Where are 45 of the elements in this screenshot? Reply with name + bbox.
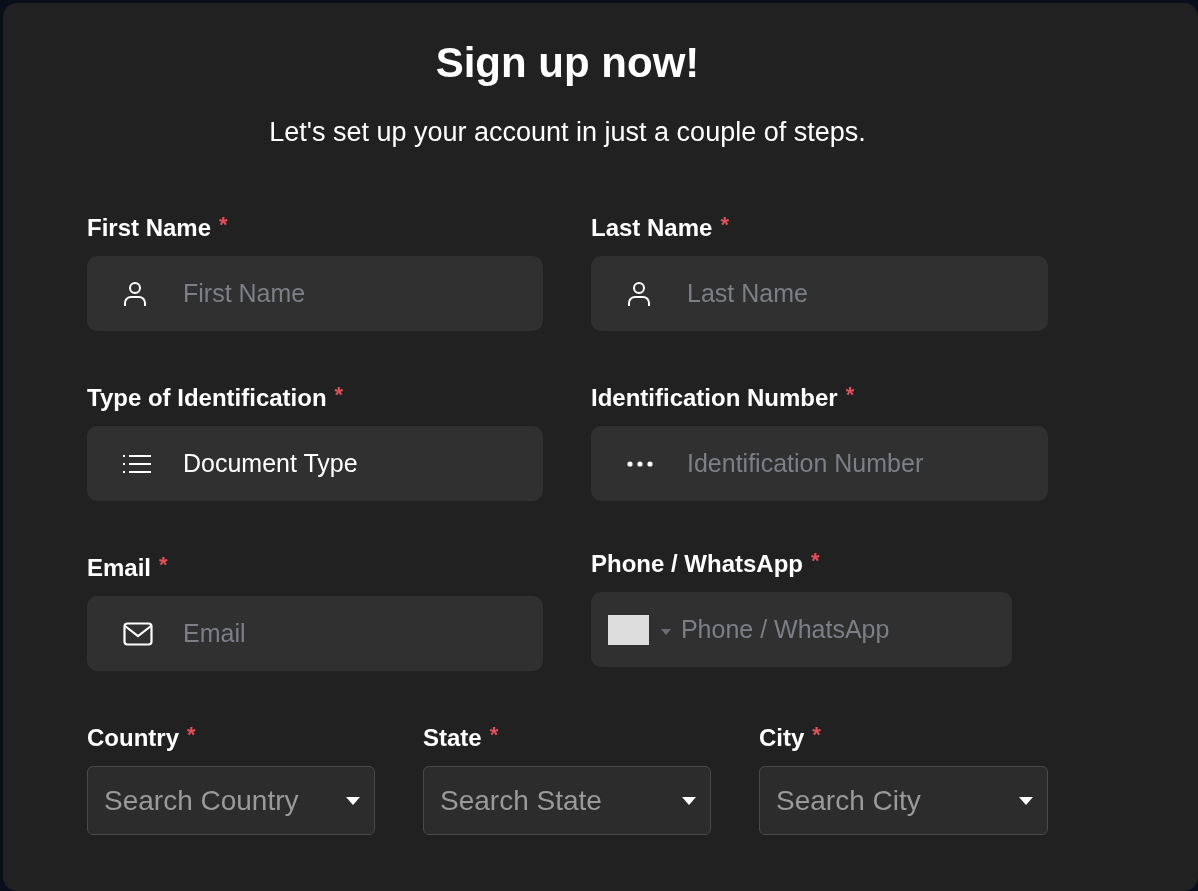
dropdown[interactable]: Search Country — [87, 766, 375, 835]
required-mark: * — [159, 552, 168, 578]
text-field[interactable]: Identification Number — [591, 426, 1048, 501]
phone-field[interactable]: Phone / WhatsApp — [591, 592, 1012, 667]
field-label: Last Name — [591, 213, 713, 243]
input-field[interactable]: Email — [183, 619, 523, 648]
form-subtitle: Let's set up your account in just a couple of steps. — [269, 117, 866, 148]
field-label: Country — [87, 723, 179, 753]
text-field[interactable]: Last Name — [591, 256, 1048, 331]
list-icon — [123, 453, 151, 474]
form-title: Sign up now! — [435, 39, 700, 87]
input-field[interactable]: Last Name — [687, 279, 1027, 308]
caret-icon — [346, 796, 360, 805]
input-field[interactable]: Phone / WhatsApp — [680, 615, 1012, 644]
flag-icon[interactable] — [608, 614, 649, 645]
field-label: State — [423, 723, 482, 753]
person-icon — [123, 280, 147, 307]
caret-icon — [1019, 796, 1033, 805]
select-box[interactable]: Document Type — [87, 426, 543, 501]
required-mark: * — [187, 722, 196, 748]
required-mark: * — [334, 382, 344, 408]
required-mark: * — [845, 382, 855, 408]
required-mark: * — [811, 548, 820, 574]
field-label: Identification Number — [591, 383, 838, 413]
required-mark: * — [219, 212, 228, 238]
text-field[interactable]: Email — [87, 596, 543, 671]
field-label: Phone / WhatsApp — [591, 549, 803, 579]
field-label: Email — [87, 553, 152, 583]
ellipsis-icon — [627, 460, 653, 467]
required-mark: * — [489, 722, 499, 748]
envelope-icon — [123, 621, 153, 646]
dropdown[interactable]: Search State — [423, 766, 711, 835]
field-label: City — [759, 723, 805, 753]
dropdown[interactable]: Search City — [759, 766, 1048, 835]
field-label: Type of Identification — [87, 383, 327, 413]
input-field[interactable]: Identification Number — [687, 449, 1027, 478]
caret-icon — [682, 796, 696, 805]
caret-icon[interactable] — [660, 628, 671, 635]
person-icon — [627, 280, 651, 307]
select-field[interactable]: Document Type — [183, 449, 523, 478]
text-field[interactable]: First Name — [87, 256, 543, 331]
field-label: First Name — [87, 213, 212, 243]
input-field[interactable]: First Name — [183, 279, 523, 308]
required-mark: * — [720, 212, 729, 238]
required-mark: * — [812, 722, 821, 748]
